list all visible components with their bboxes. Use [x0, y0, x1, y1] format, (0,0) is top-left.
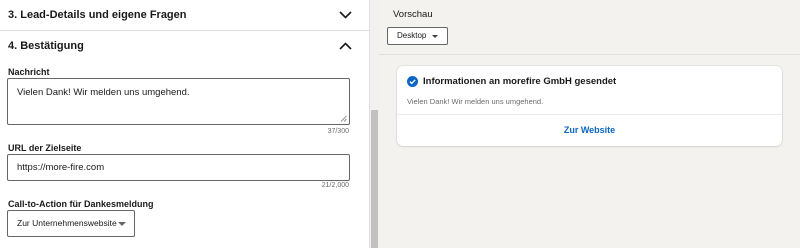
resize-handle-icon[interactable] — [340, 115, 347, 122]
card-message: Vielen Dank! Wir melden uns umgehend. — [407, 97, 544, 106]
card-header: Informationen an morefire GmbH gesendet — [407, 76, 616, 87]
chevron-down-icon[interactable] — [338, 8, 352, 22]
caret-down-icon — [432, 35, 438, 38]
cta-label: Call-to-Action für Dankesmeldung — [8, 199, 154, 209]
scrollbar[interactable] — [370, 0, 379, 248]
message-char-counter: 37/300 — [327, 128, 349, 135]
device-select[interactable]: Desktop — [387, 27, 448, 45]
scrollbar-thumb[interactable] — [371, 110, 378, 248]
url-char-counter: 21/2,000 — [321, 182, 349, 189]
section-lead-details[interactable]: 3. Lead-Details und eigene Fragen — [0, 0, 370, 31]
chevron-up-icon[interactable] — [338, 39, 352, 53]
website-link[interactable]: Zur Website — [397, 125, 782, 135]
message-value: Vielen Dank! Wir melden uns umgehend. — [17, 87, 190, 98]
check-circle-icon — [407, 76, 418, 87]
divider — [379, 54, 800, 55]
card-title: Informationen an morefire GmbH gesendet — [423, 76, 617, 87]
caret-down-icon — [118, 222, 126, 226]
form-panel: 3. Lead-Details und eigene Fragen 4. Bes… — [0, 0, 370, 248]
message-label: Nachricht — [8, 67, 50, 77]
card-divider — [397, 114, 782, 115]
section-title: 4. Bestätigung — [8, 40, 84, 52]
section-confirmation[interactable]: 4. Bestätigung — [0, 31, 370, 61]
confirmation-preview-card: Informationen an morefire GmbH gesendet … — [397, 66, 782, 146]
message-textarea[interactable]: Vielen Dank! Wir melden uns umgehend. — [7, 78, 350, 125]
section-title: 3. Lead-Details und eigene Fragen — [8, 9, 187, 21]
cta-select[interactable]: Zur Unternehmenswebsite — [7, 210, 135, 237]
url-value: https://more-fire.com — [17, 162, 105, 173]
device-value: Desktop — [397, 31, 427, 40]
cta-value: Zur Unternehmenswebsite — [17, 218, 117, 228]
url-input[interactable]: https://more-fire.com — [7, 154, 350, 181]
preview-title: Vorschau — [393, 9, 433, 20]
url-label: URL der Zielseite — [8, 143, 82, 153]
